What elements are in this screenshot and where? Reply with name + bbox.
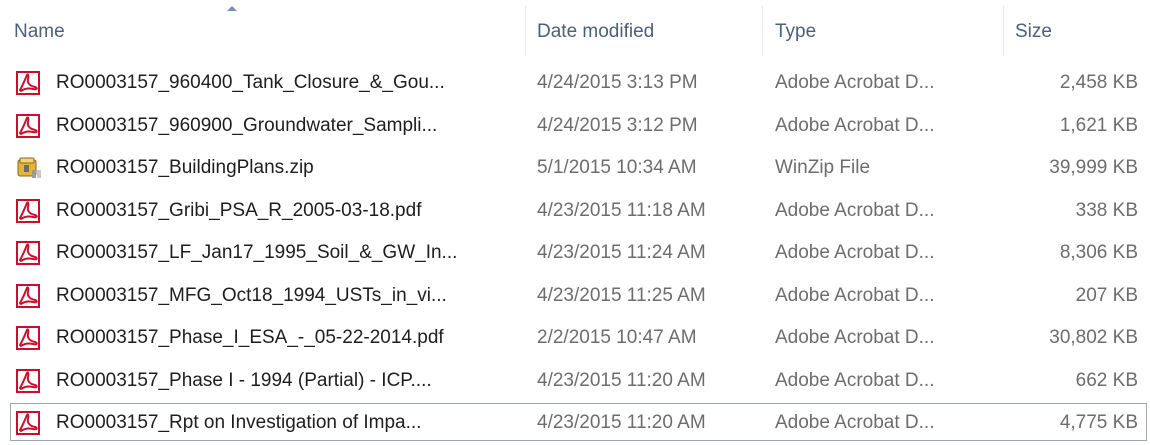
file-name: RO0003157_Rpt on Investigation of Impa..…: [56, 412, 422, 433]
column-header-date-modified[interactable]: Date modified: [537, 0, 742, 62]
file-row[interactable]: RO0003157_Gribi_PSA_R_2005-03-18.pdf 4/23…: [0, 190, 1150, 233]
file-name: RO0003157_MFG_Oct18_1994_USTs_in_vi...: [56, 284, 447, 306]
file-date-modified: 4/23/2015 11:18 AM: [537, 199, 706, 221]
file-date-modified: 4/24/2015 3:12 PM: [537, 114, 698, 136]
file-date-modified: 4/24/2015 3:13 PM: [537, 72, 698, 93]
file-row[interactable]: RO0003157_Phase_I_ESA_-_05-22-2014.pdf 2/…: [0, 317, 1150, 360]
pdf-icon: [16, 71, 42, 95]
file-type: Adobe Acrobat D...: [775, 369, 935, 391]
pdf-icon: [16, 368, 42, 393]
pdf-icon: [16, 113, 42, 138]
file-name: RO0003157_LF_Jan17_1995_Soil_&_GW_In...: [56, 242, 458, 263]
sort-ascending-icon: [227, 6, 237, 11]
column-divider[interactable]: [525, 6, 526, 56]
file-date-modified: 4/23/2015 11:20 AM: [537, 369, 706, 391]
pdf-icon: [16, 283, 42, 308]
pdf-icon: [16, 198, 42, 223]
file-date-modified: 4/23/2015 11:20 AM: [537, 412, 706, 433]
file-row[interactable]: RO0003157_Rpt on Investigation of Impa..…: [0, 402, 1150, 445]
file-row[interactable]: RO0003157_LF_Jan17_1995_Soil_&_GW_In... 4…: [0, 232, 1150, 275]
pdf-icon: [16, 326, 42, 350]
file-type: Adobe Acrobat D...: [775, 114, 935, 136]
file-row[interactable]: RO0003157_960400_Tank_Closure_&_Gou... 4/…: [0, 62, 1150, 105]
file-date-modified: 2/2/2015 10:47 AM: [537, 327, 697, 348]
file-date-modified: 5/1/2015 10:34 AM: [537, 157, 697, 178]
file-type: Adobe Acrobat D...: [775, 242, 935, 263]
file-size: 207 KB: [1075, 284, 1138, 306]
file-row[interactable]: RO0003157_BuildingPlans.zip 5/1/2015 10:3…: [0, 147, 1150, 190]
column-header-size[interactable]: Size: [1015, 0, 1140, 62]
file-size: 39,999 KB: [1049, 157, 1138, 178]
file-row[interactable]: RO0003157_960900_Groundwater_Sampli... 4/…: [0, 105, 1150, 148]
file-size: 2,458 KB: [1059, 72, 1138, 93]
column-header-bar: Name Date modified Type Size: [0, 0, 1150, 62]
file-name: RO0003157_Gribi_PSA_R_2005-03-18.pdf: [56, 199, 422, 221]
zip-icon: [16, 156, 42, 180]
file-size: 4,775 KB: [1059, 412, 1138, 433]
file-name: RO0003157_Phase_I_ESA_-_05-22-2014.pdf: [56, 327, 444, 348]
file-name: RO0003157_BuildingPlans.zip: [56, 157, 314, 178]
pdf-icon: [16, 411, 42, 435]
file-type: Adobe Acrobat D...: [775, 327, 935, 348]
file-name: RO0003157_960400_Tank_Closure_&_Gou...: [56, 72, 445, 93]
file-size: 338 KB: [1075, 199, 1138, 221]
file-name: RO0003157_960900_Groundwater_Sampli...: [56, 114, 438, 136]
file-size: 8,306 KB: [1059, 242, 1138, 263]
file-type: WinZip File: [775, 157, 871, 178]
column-divider[interactable]: [762, 6, 763, 56]
pdf-icon: [16, 241, 42, 265]
file-name: RO0003157_Phase I - 1994 (Partial) - ICP…: [56, 369, 432, 391]
file-size: 30,802 KB: [1049, 327, 1138, 348]
file-row[interactable]: RO0003157_MFG_Oct18_1994_USTs_in_vi... 4/…: [0, 275, 1150, 318]
file-row[interactable]: RO0003157_Phase I - 1994 (Partial) - ICP…: [0, 360, 1150, 403]
file-size: 1,621 KB: [1059, 114, 1138, 136]
file-type: Adobe Acrobat D...: [775, 199, 935, 221]
file-size: 662 KB: [1075, 369, 1138, 391]
column-divider[interactable]: [1003, 6, 1004, 56]
file-type: Adobe Acrobat D...: [775, 284, 935, 306]
file-type: Adobe Acrobat D...: [775, 412, 935, 433]
column-header-name[interactable]: Name: [14, 0, 514, 62]
column-header-type[interactable]: Type: [775, 0, 995, 62]
file-date-modified: 4/23/2015 11:25 AM: [537, 284, 706, 306]
file-date-modified: 4/23/2015 11:24 AM: [537, 242, 706, 263]
file-list: RO0003157_960400_Tank_Closure_&_Gou... 4/…: [0, 62, 1150, 445]
file-type: Adobe Acrobat D...: [775, 72, 935, 93]
